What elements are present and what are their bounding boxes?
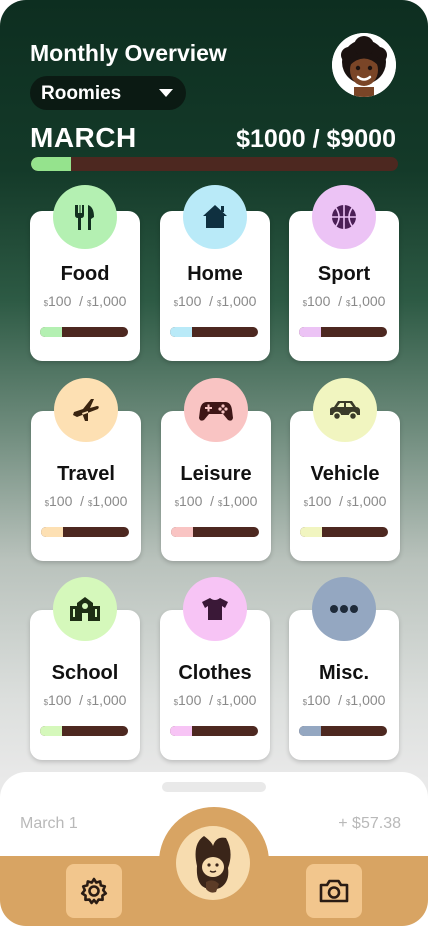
category-progress-bar bbox=[299, 726, 387, 736]
page-title: Monthly Overview bbox=[30, 40, 227, 66]
category-spent: 100 bbox=[308, 493, 332, 509]
mascot-icon bbox=[195, 836, 231, 893]
category-limit: 1,000 bbox=[91, 692, 127, 708]
category-amount: $100 / $1,000 bbox=[173, 692, 257, 708]
group-select-label: Roomies bbox=[41, 83, 122, 104]
settings-button[interactable] bbox=[66, 864, 122, 918]
fork-knife-icon bbox=[75, 205, 94, 230]
category-progress-fill bbox=[40, 327, 62, 337]
category-progress-fill bbox=[170, 726, 192, 736]
category-limit: 1,000 bbox=[350, 293, 386, 309]
category-icon-badge[interactable] bbox=[54, 378, 118, 442]
group-select[interactable]: Roomies bbox=[30, 76, 186, 110]
category-progress-fill bbox=[170, 327, 192, 337]
category-spent: 100 bbox=[178, 692, 202, 708]
category-limit: 1,000 bbox=[91, 293, 127, 309]
category-spent: 100 bbox=[48, 293, 72, 309]
school-icon bbox=[70, 597, 100, 621]
category-amount: $100 / $1,000 bbox=[173, 293, 257, 309]
category-limit: 1,000 bbox=[351, 493, 387, 509]
category-icon-badge[interactable] bbox=[183, 577, 247, 641]
camera-button[interactable] bbox=[306, 864, 362, 918]
category-name: Vehicle bbox=[310, 463, 380, 485]
basketball-icon bbox=[332, 205, 356, 229]
category-spent: 100 bbox=[307, 692, 331, 708]
budget-progress-bar bbox=[31, 157, 398, 171]
app-screen: Monthly Overview Roomies MARCH $1000 / $… bbox=[0, 0, 428, 926]
category-icon-badge[interactable] bbox=[53, 577, 117, 641]
category-icon-badge[interactable] bbox=[184, 378, 248, 442]
category-icon-badge[interactable] bbox=[313, 378, 377, 442]
budget-total: $1000 / $9000 bbox=[236, 125, 396, 153]
sheet-drag-handle[interactable] bbox=[162, 782, 266, 792]
car-icon bbox=[330, 401, 360, 421]
category-amount: $100 / $1,000 bbox=[174, 493, 258, 509]
transaction-amount: + $57.38 bbox=[338, 815, 401, 832]
category-progress-fill bbox=[171, 527, 193, 537]
category-progress-fill bbox=[299, 726, 321, 736]
category-progress-fill bbox=[41, 527, 63, 537]
category-name: Misc. bbox=[318, 662, 370, 684]
category-progress-bar bbox=[170, 726, 258, 736]
category-limit: 1,000 bbox=[350, 692, 386, 708]
category-progress-bar bbox=[300, 527, 388, 537]
category-amount: $100 / $1,000 bbox=[43, 692, 127, 708]
category-name: Food bbox=[60, 263, 110, 285]
category-spent: 100 bbox=[178, 293, 202, 309]
camera-icon bbox=[319, 879, 349, 903]
category-spent: 100 bbox=[48, 692, 72, 708]
category-limit: 1,000 bbox=[221, 692, 257, 708]
budget-progress-fill bbox=[31, 157, 72, 171]
category-name: School bbox=[51, 662, 119, 684]
category-name: Travel bbox=[57, 463, 115, 485]
category-icon-badge[interactable] bbox=[312, 185, 376, 249]
category-progress-bar bbox=[170, 327, 258, 337]
avatar-icon bbox=[332, 33, 396, 97]
category-spent: 100 bbox=[179, 493, 203, 509]
category-progress-bar bbox=[171, 527, 259, 537]
category-progress-bar bbox=[41, 527, 129, 537]
category-progress-fill bbox=[40, 726, 62, 736]
category-amount: $100 / $1,000 bbox=[43, 293, 127, 309]
airplane-icon bbox=[73, 399, 99, 421]
category-name: Sport bbox=[317, 263, 371, 285]
category-progress-bar bbox=[40, 327, 128, 337]
avatar[interactable] bbox=[332, 33, 396, 97]
category-limit: 1,000 bbox=[222, 493, 258, 509]
category-progress-fill bbox=[300, 527, 322, 537]
shirt-icon bbox=[202, 598, 228, 620]
category-name: Leisure bbox=[180, 463, 252, 485]
more-dots-icon bbox=[330, 605, 358, 613]
category-name: Clothes bbox=[178, 662, 252, 684]
house-icon bbox=[203, 205, 227, 228]
category-icon-badge[interactable] bbox=[312, 577, 376, 641]
category-amount: $100 / $1,000 bbox=[302, 293, 386, 309]
category-limit: 1,000 bbox=[221, 293, 257, 309]
category-amount: $100 / $1,000 bbox=[44, 493, 128, 509]
category-amount: $100 / $1,000 bbox=[303, 493, 387, 509]
category-icon-badge[interactable] bbox=[183, 185, 247, 249]
category-amount: $100 / $1,000 bbox=[302, 692, 386, 708]
category-spent: 100 bbox=[49, 493, 73, 509]
category-spent: 100 bbox=[307, 293, 331, 309]
chevron-down-icon bbox=[159, 89, 173, 97]
category-name: Home bbox=[187, 263, 243, 285]
transaction-date: March 1 bbox=[20, 815, 78, 832]
gear-icon bbox=[80, 877, 108, 905]
month-label: MARCH bbox=[30, 122, 137, 153]
category-progress-fill bbox=[299, 327, 321, 337]
category-icon-badge[interactable] bbox=[53, 185, 117, 249]
gamepad-icon bbox=[199, 402, 233, 421]
category-progress-bar bbox=[299, 327, 387, 337]
mascot-button[interactable] bbox=[176, 826, 250, 900]
category-limit: 1,000 bbox=[92, 493, 128, 509]
category-progress-bar bbox=[40, 726, 128, 736]
